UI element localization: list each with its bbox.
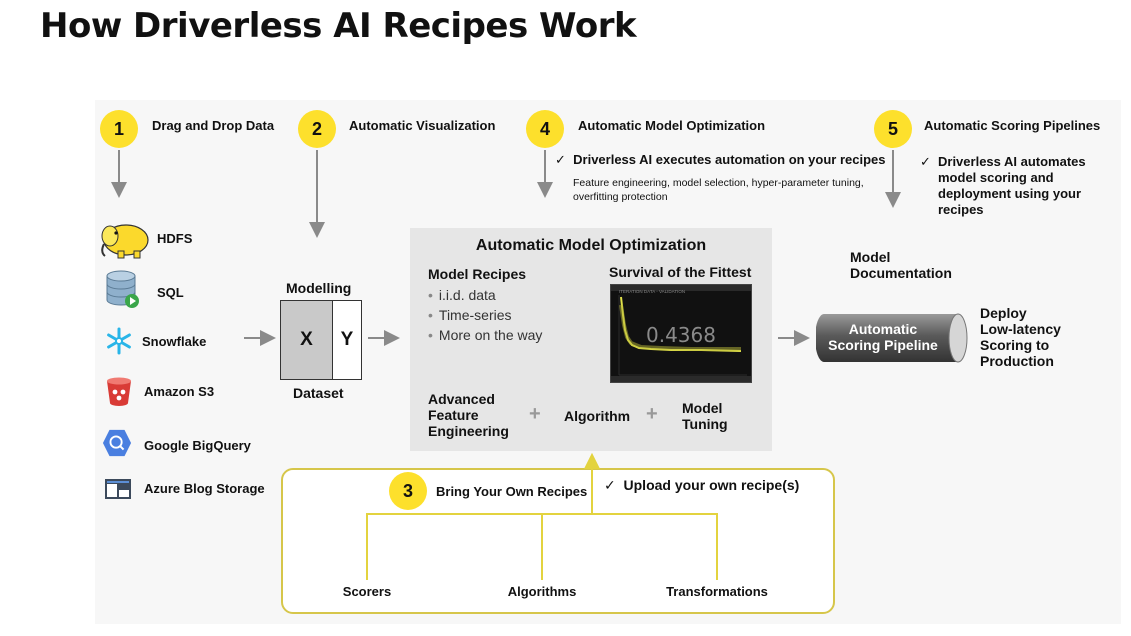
byo-item-transformations: Transformations	[666, 584, 768, 599]
byo-check: ✓ Upload your own recipe(s)	[604, 477, 800, 493]
byo-item-algorithms: Algorithms	[507, 584, 577, 599]
check-mark-icon: ✓	[604, 477, 616, 493]
step-3-badge: 3	[389, 472, 427, 510]
byo-item-scorers: Scorers	[342, 584, 392, 599]
step-3-label: Bring Your Own Recipes	[436, 484, 588, 499]
byo-tree-lines	[366, 453, 718, 580]
